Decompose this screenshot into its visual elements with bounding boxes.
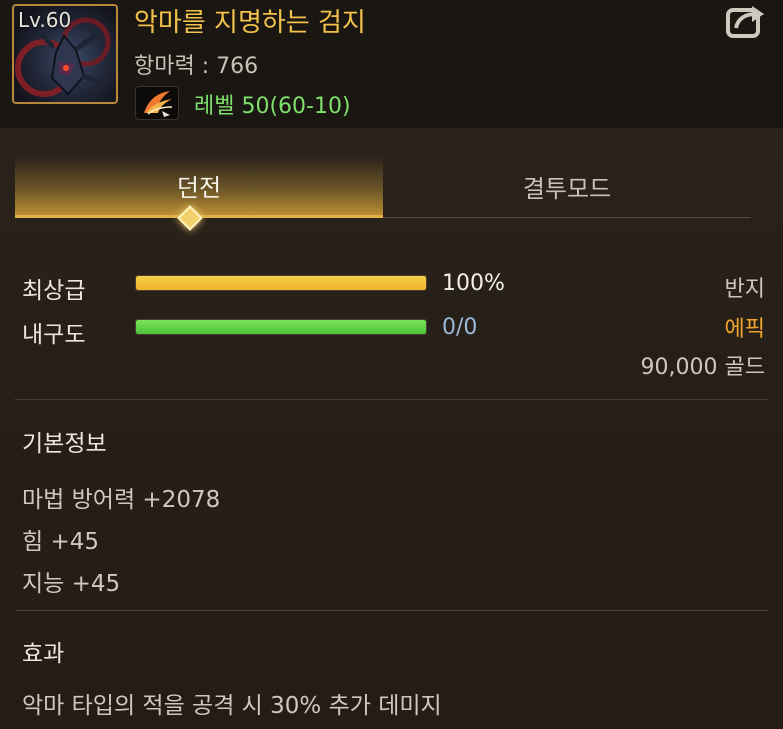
divider (15, 399, 768, 400)
item-header: Lv.60 악마를 지명하는 검지 항마력 : 766 레벨 50(60-10) (0, 0, 783, 128)
tab-dungeon[interactable]: 던전 (15, 156, 383, 218)
grade-value: 100% (442, 271, 505, 296)
item-price: 90,000 골드 (640, 355, 765, 380)
basic-info-line: 마법 방어력 +2078 (22, 487, 221, 513)
demon-ring-icon: Lv.60 (12, 4, 118, 104)
basic-info-line: 지능 +45 (22, 571, 121, 597)
item-detail-panel: 던전 결투모드 최상급 100% 내구도 0/0 반지 에픽 90,000 골드… (0, 128, 783, 729)
grade-bar-fill (136, 276, 426, 290)
tab-pvp[interactable]: 결투모드 (383, 156, 751, 218)
item-rarity: 에픽 (724, 317, 765, 342)
share-button[interactable] (722, 2, 768, 42)
durability-label: 내구도 (22, 322, 86, 348)
item-name: 악마를 지명하는 검지 (134, 8, 366, 38)
wing-icon (135, 86, 179, 120)
grade-bar (135, 275, 427, 291)
item-level-requirement: 레벨 50(60-10) (194, 94, 351, 119)
durability-bar (135, 319, 427, 335)
effect-line: 악마 타입의 적을 공격 시 30% 추가 데미지 (22, 693, 442, 719)
share-icon (726, 6, 764, 38)
item-type: 반지 (724, 277, 765, 302)
item-level-badge: Lv.60 (18, 8, 72, 32)
effect-title: 효과 (22, 641, 65, 667)
basic-info-title: 기본정보 (22, 431, 107, 457)
durability-bar-fill (136, 320, 426, 334)
basic-info-line: 힘 +45 (22, 529, 100, 555)
item-sub-info: 항마력 : 766 (134, 54, 259, 79)
durability-value: 0/0 (442, 315, 478, 340)
divider (15, 610, 768, 611)
grade-label: 최상급 (22, 278, 86, 304)
